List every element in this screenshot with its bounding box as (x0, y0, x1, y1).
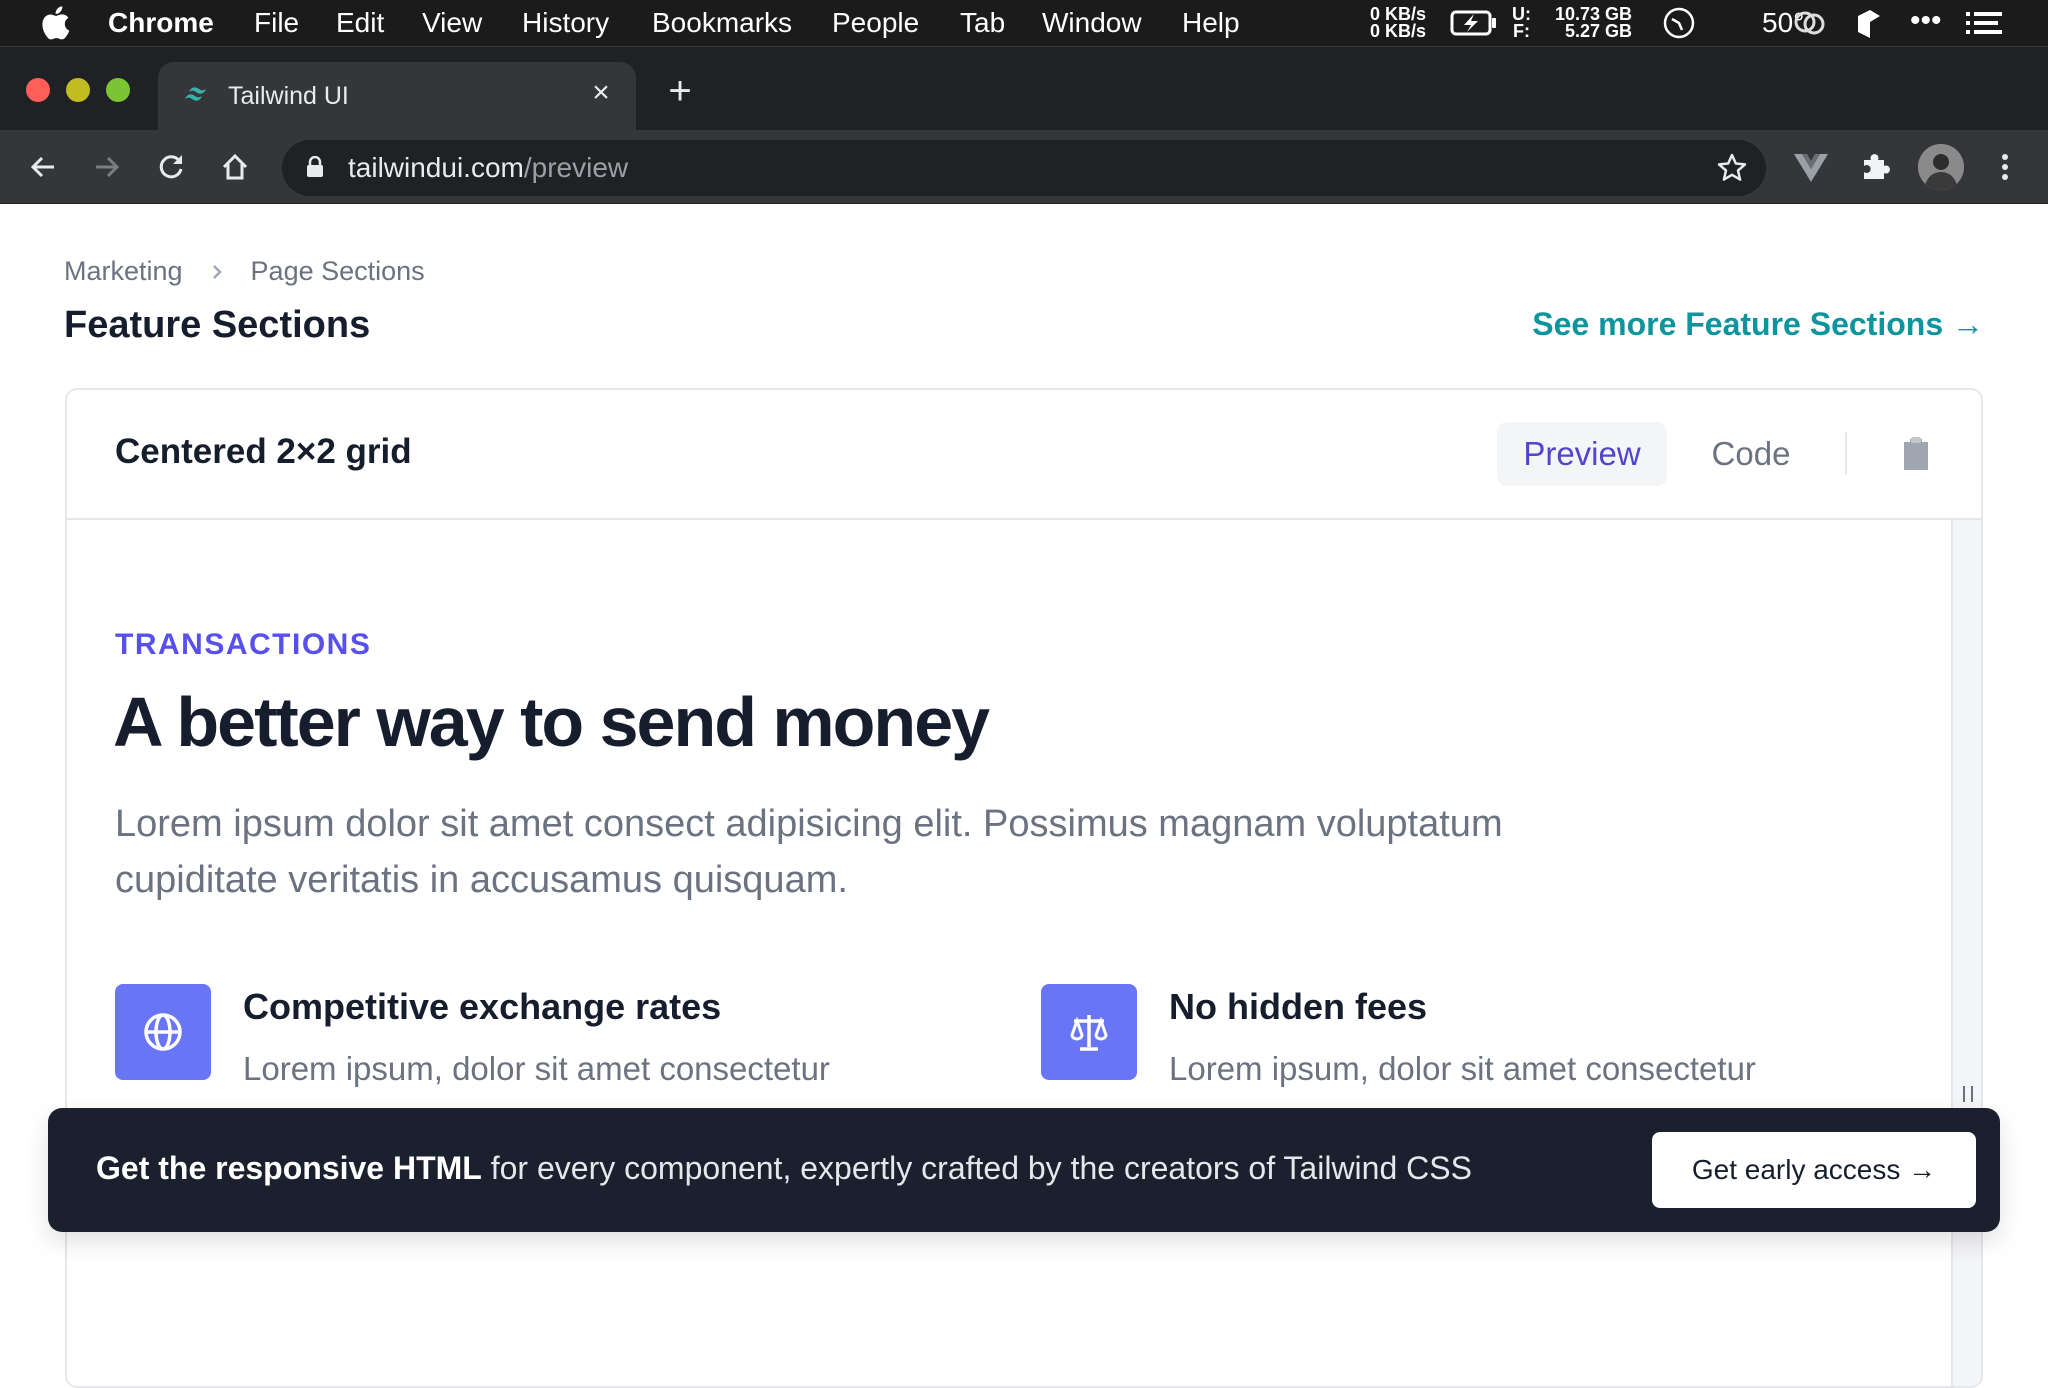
battery-charging-icon[interactable] (1450, 10, 1498, 36)
promo-banner: Get the responsive HTML for every compon… (48, 1108, 2000, 1232)
disk-labels: U: F: (1512, 0, 1531, 46)
disk-free: 5.27 GB (1564, 21, 1632, 41)
component-title: Centered 2×2 grid (115, 432, 412, 471)
network-speed[interactable]: 0 KB/s 0 KB/s (1366, 0, 1430, 46)
macos-menu-bar: Chrome File Edit View History Bookmarks … (0, 0, 2048, 46)
new-tab-button[interactable]: + (664, 71, 696, 111)
promo-message-strong: Get the responsive HTML (96, 1150, 482, 1186)
arrow-left-icon (30, 156, 54, 178)
component-card: Centered 2×2 grid Preview Code TRANSACTI… (65, 388, 1983, 1388)
reload-icon (159, 155, 183, 179)
breadcrumb-page-sections[interactable]: Page Sections (251, 256, 425, 287)
breadcrumb-marketing[interactable]: Marketing (64, 256, 183, 287)
menu-history[interactable]: History (522, 6, 609, 40)
get-early-access-button[interactable]: Get early access → (1652, 1132, 1976, 1208)
home-button[interactable] (216, 148, 254, 186)
chevron-right-icon (212, 264, 222, 279)
tailwind-favicon-icon (185, 87, 206, 101)
feature-icon-box (1041, 984, 1137, 1080)
back-button[interactable] (24, 148, 62, 186)
feature-title: No hidden fees (1169, 986, 1428, 1027)
window-maximize-button[interactable] (106, 78, 130, 102)
net-down: 0 KB/s (1369, 21, 1427, 41)
menu-help[interactable]: Help (1182, 6, 1240, 40)
avatar-photo-icon (1918, 144, 1964, 190)
menu-app-name[interactable]: Chrome (108, 6, 214, 40)
browser-tab-active[interactable]: Tailwind UI × (158, 62, 636, 130)
feature-item: No hidden fees Lorem ipsum, dolor sit am… (1041, 984, 1941, 1114)
linked-rings-icon[interactable] (1792, 8, 1828, 38)
menu-people[interactable]: People (832, 6, 919, 40)
url-domain: tailwindui.com (348, 152, 524, 183)
control-center-list-icon[interactable] (1966, 12, 2002, 34)
promo-message: Get the responsive HTML for every compon… (96, 1150, 1472, 1187)
feature-title: Competitive exchange rates (243, 986, 722, 1027)
menu-window[interactable]: Window (1042, 6, 1142, 40)
breadcrumb: Marketing Page Sections (64, 256, 425, 287)
disk-usage[interactable]: 10.73 GB 5.27 GB (1546, 0, 1632, 46)
section-eyebrow: TRANSACTIONS (115, 628, 372, 661)
arrow-right-icon (96, 156, 120, 178)
reload-button[interactable] (152, 148, 190, 186)
vue-logo-icon (1794, 154, 1828, 182)
clipboard-copy-icon[interactable] (1901, 436, 1931, 472)
tab-title: Tailwind UI (228, 82, 349, 110)
resize-handle-icon[interactable] (1963, 1086, 1973, 1102)
tab-close-icon[interactable]: × (586, 78, 616, 108)
feature-description: Lorem ipsum, dolor sit amet consectetur (243, 1050, 830, 1087)
extensions-button[interactable] (1856, 148, 1894, 186)
tab-preview[interactable]: Preview (1497, 422, 1667, 486)
menu-tab[interactable]: Tab (960, 6, 1005, 40)
preview-frame: TRANSACTIONS A better way to send money … (67, 520, 1951, 1386)
address-bar[interactable]: tailwindui.com/preview (282, 140, 1766, 196)
menu-edit[interactable]: Edit (336, 6, 384, 40)
preview-resize-rail[interactable] (1951, 520, 1981, 1386)
window-close-button[interactable] (26, 78, 50, 102)
url-path: /preview (523, 152, 629, 183)
forward-button[interactable] (88, 148, 126, 186)
see-more-link[interactable]: See more Feature Sections → (1532, 306, 1984, 343)
more-dots-icon[interactable]: ••• (1910, 4, 1942, 38)
apple-logo-icon[interactable] (40, 6, 70, 40)
bookmark-star-icon[interactable] (1716, 152, 1748, 184)
globe-icon (144, 1013, 182, 1051)
disk-free-label: F: (1513, 21, 1530, 41)
promo-message-rest: for every component, expertly crafted by… (481, 1150, 1472, 1186)
window-minimize-button[interactable] (66, 78, 90, 102)
menu-file[interactable]: File (254, 6, 299, 40)
clock-icon[interactable] (1662, 6, 1696, 40)
feature-description: Lorem ipsum, dolor sit amet consectetur (1169, 1050, 1756, 1087)
tab-code[interactable]: Code (1687, 422, 1815, 486)
feature-item: Competitive exchange rates Lorem ipsum, … (115, 984, 1015, 1114)
card-header: Centered 2×2 grid Preview Code (67, 390, 1981, 520)
page-title: Feature Sections (64, 304, 371, 346)
section-headline: A better way to send money (113, 683, 990, 761)
kebab-menu-icon (2002, 154, 2008, 180)
home-icon (222, 153, 248, 180)
chrome-menu-button[interactable] (1986, 148, 2024, 186)
app-extension-icon[interactable] (1854, 8, 1884, 40)
header-divider (1845, 432, 1847, 474)
url-text[interactable]: tailwindui.com/preview (348, 152, 628, 184)
puzzle-piece-icon (1864, 154, 1890, 179)
menu-view[interactable]: View (422, 6, 482, 40)
section-lede: Lorem ipsum dolor sit amet consect adipi… (115, 803, 1503, 901)
vue-devtools-extension[interactable] (1792, 148, 1830, 186)
scale-icon (1070, 1015, 1108, 1051)
profile-avatar[interactable] (1918, 144, 1964, 190)
menu-bookmarks[interactable]: Bookmarks (652, 6, 792, 40)
lock-icon[interactable] (306, 156, 324, 178)
feature-icon-box (115, 984, 211, 1080)
